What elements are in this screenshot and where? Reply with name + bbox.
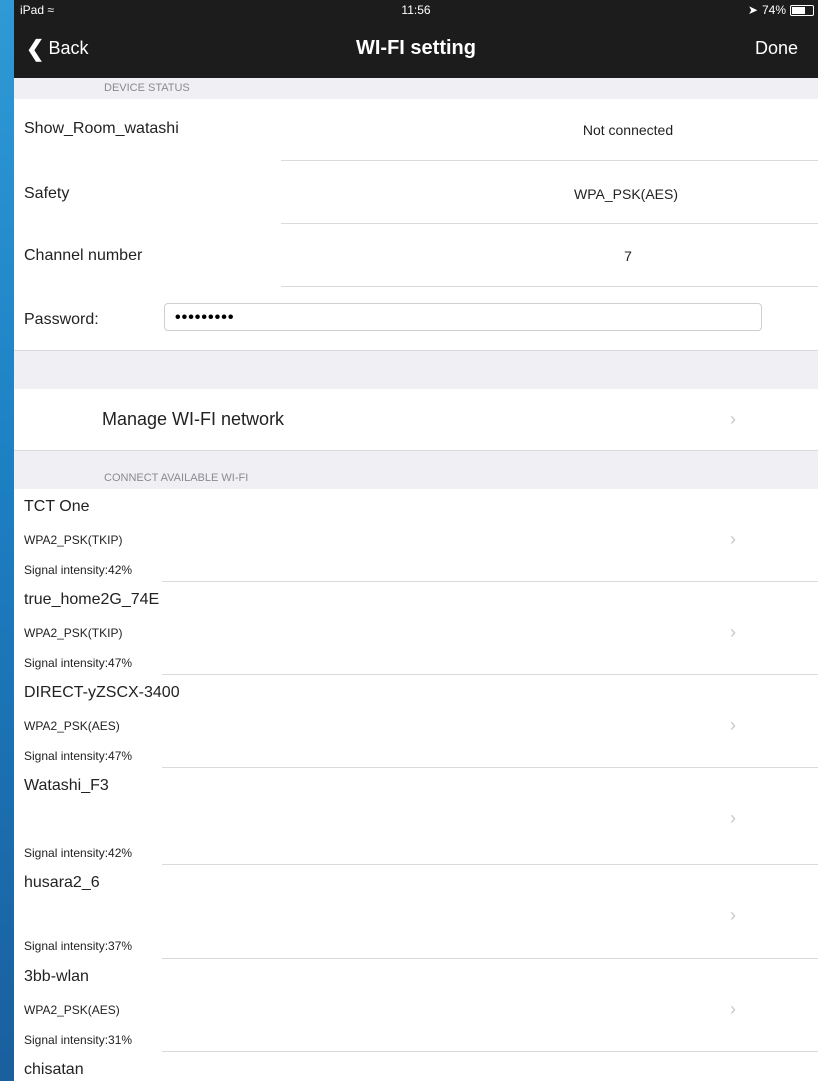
wifi-network-item[interactable]: true_home2G_74E WPA2_PSK(TKIP) Signal in… xyxy=(14,582,818,675)
safety-row: Safety WPA_PSK(AES) xyxy=(14,161,818,224)
safety-label: Safety xyxy=(24,185,70,202)
screen: iPad ≈ 11:56 ➤ 74% ❮ Back WI-FI setting … xyxy=(14,0,818,1081)
network-signal: Signal intensity:31% xyxy=(24,1033,133,1047)
page-title: WI-FI setting xyxy=(356,37,476,59)
password-field[interactable]: ••••••••• xyxy=(164,303,762,331)
chevron-right-icon: › xyxy=(730,999,736,1019)
network-security: WPA2_PSK(TKIP) xyxy=(24,626,123,640)
network-security: WPA2_PSK(TKIP) xyxy=(24,533,123,547)
status-time: 11:56 xyxy=(401,3,431,17)
network-signal: Signal intensity:42% xyxy=(24,846,133,860)
chevron-right-icon: › xyxy=(730,715,736,735)
channel-label: Channel number xyxy=(24,247,143,264)
section-spacer xyxy=(14,350,818,390)
status-right: ➤ 74% xyxy=(748,3,814,17)
wifi-network-item[interactable]: DIRECT-yZSCX-3400 WPA2_PSK(AES) Signal i… xyxy=(14,675,818,768)
chevron-right-icon: › xyxy=(730,808,736,828)
channel-row: Channel number 7 xyxy=(14,224,818,287)
network-signal: Signal intensity:37% xyxy=(24,939,133,953)
network-signal: Signal intensity:47% xyxy=(24,749,133,763)
network-signal: Signal intensity:47% xyxy=(24,656,133,670)
ssid-value: Not connected xyxy=(582,122,674,138)
manage-wifi-label: Manage WI-FI network xyxy=(102,409,285,429)
network-name: 3bb-wlan xyxy=(24,968,89,985)
network-security: WPA2_PSK(AES) xyxy=(24,719,120,733)
network-name: true_home2G_74E xyxy=(24,591,160,608)
network-name: chisatan xyxy=(24,1061,84,1078)
manage-wifi-row[interactable]: Manage WI-FI network › xyxy=(14,389,818,450)
done-button[interactable]: Done xyxy=(755,38,798,59)
battery-percent: 74% xyxy=(761,3,786,17)
channel-value: 7 xyxy=(624,248,632,264)
chevron-right-icon: › xyxy=(730,529,736,549)
password-label: Password: xyxy=(24,311,99,328)
wifi-network-item[interactable]: 3bb-wlan WPA2_PSK(AES) Signal intensity:… xyxy=(14,959,818,1052)
network-signal: Signal intensity:42% xyxy=(24,563,133,577)
wifi-network-item[interactable]: husara2_6 Signal intensity:37% › xyxy=(14,865,818,959)
battery-icon xyxy=(790,4,814,16)
network-name: DIRECT-yZSCX-3400 xyxy=(24,684,180,701)
available-wifi-header-label: CONNECT AVAILABLE WI-FI xyxy=(104,472,249,484)
network-security: WPA2_PSK(AES) xyxy=(24,1003,120,1017)
wifi-network-item[interactable]: Watashi_F3 Signal intensity:42% › xyxy=(14,768,818,865)
network-name: husara2_6 xyxy=(24,874,100,891)
available-wifi-header: CONNECT AVAILABLE WI-FI xyxy=(14,450,818,490)
chevron-right-icon: › xyxy=(730,409,736,429)
wifi-network-item[interactable]: chisatan xyxy=(14,1052,818,1081)
chevron-right-icon: › xyxy=(730,905,736,925)
ssid-label: Show_Room_watashi xyxy=(24,120,179,137)
network-name: Watashi_F3 xyxy=(24,777,109,794)
wifi-network-item[interactable]: TCT One WPA2_PSK(TKIP) Signal intensity:… xyxy=(14,489,818,582)
status-bar: iPad ≈ 11:56 ➤ 74% xyxy=(14,0,818,20)
ssid-row: Show_Room_watashi Not connected xyxy=(14,99,818,161)
device-status-header: DEVICE STATUS xyxy=(14,78,818,100)
nav-bar: ❮ Back WI-FI setting Done xyxy=(14,20,818,78)
chevron-right-icon: › xyxy=(730,622,736,642)
location-icon: ➤ xyxy=(747,3,758,17)
network-name: TCT One xyxy=(24,498,90,515)
safety-value: WPA_PSK(AES) xyxy=(574,186,678,202)
device-status-header-label: DEVICE STATUS xyxy=(104,82,190,94)
